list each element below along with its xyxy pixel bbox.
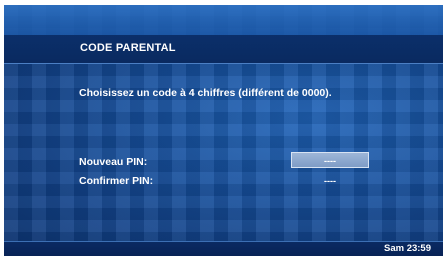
new-pin-field[interactable]: ---- <box>291 152 369 168</box>
confirm-pin-label: Confirmer PIN: <box>79 175 154 187</box>
header-bar <box>4 35 443 64</box>
status-bar: Sam 23:59 <box>4 241 443 256</box>
clock-text: Sam 23:59 <box>383 243 431 254</box>
instruction-text: Choisissez un code à 4 chiffres (différe… <box>79 87 332 99</box>
top-band <box>4 5 443 35</box>
confirm-pin-field[interactable]: ---- <box>291 173 369 189</box>
new-pin-label: Nouveau PIN: <box>79 156 148 168</box>
tv-screen: CODE PARENTAL Choisissez un code à 4 chi… <box>4 5 443 256</box>
page-title: CODE PARENTAL <box>80 42 176 54</box>
